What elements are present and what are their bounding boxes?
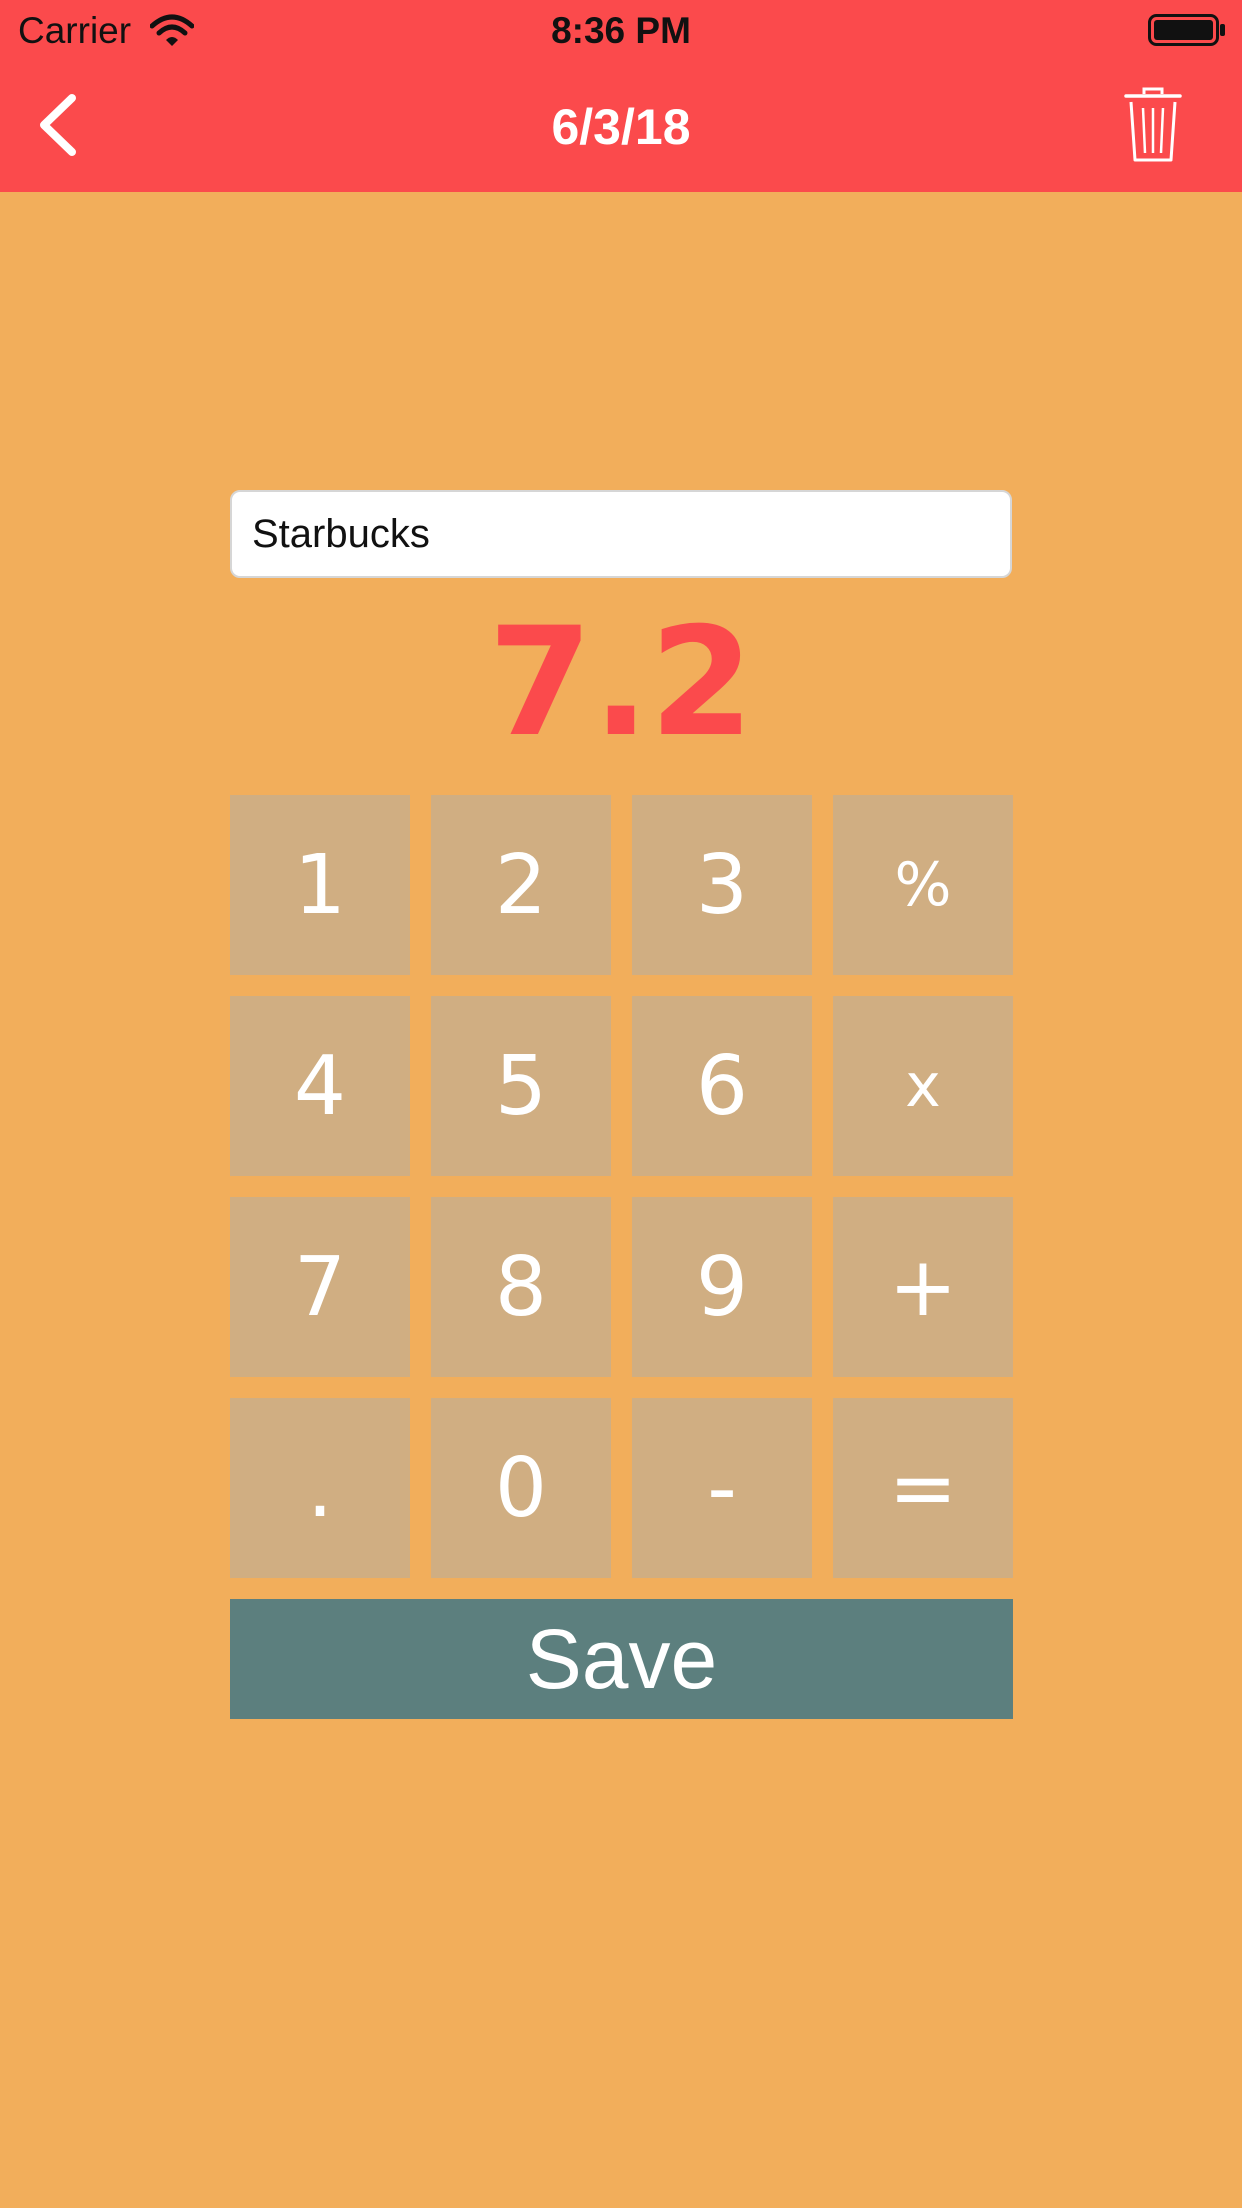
key-4[interactable]: 4	[230, 996, 410, 1176]
keypad: 1 2 3 % 4 5 6 x 7 8 9 + . 0 - =	[230, 795, 1013, 1578]
key-1[interactable]: 1	[230, 795, 410, 975]
key-8[interactable]: 8	[431, 1197, 611, 1377]
key-0[interactable]: 0	[431, 1398, 611, 1578]
navigation-bar: Carrier 8:36 PM 6/3/18	[0, 0, 1242, 192]
key-equals[interactable]: =	[833, 1398, 1013, 1578]
key-6[interactable]: 6	[632, 996, 812, 1176]
key-multiply[interactable]: x	[833, 996, 1013, 1176]
amount-display: 7.2	[488, 596, 754, 770]
expense-name-input[interactable]	[230, 490, 1012, 578]
key-3[interactable]: 3	[632, 795, 812, 975]
key-plus[interactable]: +	[833, 1197, 1013, 1377]
status-bar: Carrier 8:36 PM	[0, 0, 1242, 60]
save-button[interactable]: Save	[230, 1599, 1013, 1719]
key-5[interactable]: 5	[431, 996, 611, 1176]
key-7[interactable]: 7	[230, 1197, 410, 1377]
key-decimal[interactable]: .	[230, 1398, 410, 1578]
key-minus[interactable]: -	[632, 1398, 812, 1578]
page-title: 6/3/18	[551, 99, 691, 155]
key-2[interactable]: 2	[431, 795, 611, 975]
key-percent[interactable]: %	[833, 795, 1013, 975]
trash-icon[interactable]	[1124, 86, 1182, 164]
battery-icon	[1148, 14, 1225, 46]
key-9[interactable]: 9	[632, 1197, 812, 1377]
status-time: 8:36 PM	[551, 10, 691, 51]
